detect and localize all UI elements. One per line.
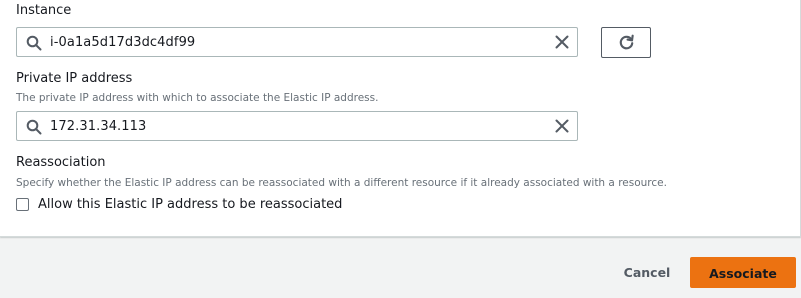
- instance-value[interactable]: i-0a1a5d17d3dc4df99: [50, 35, 195, 50]
- cancel-button[interactable]: Cancel: [612, 257, 682, 287]
- private-ip-value[interactable]: 172.31.34.113: [50, 119, 146, 134]
- search-icon: [26, 35, 42, 51]
- search-icon: [26, 119, 42, 135]
- reassociation-description: Specify whether the Elastic IP address c…: [16, 177, 667, 189]
- instance-field[interactable]: i-0a1a5d17d3dc4df99: [16, 27, 578, 57]
- private-ip-field[interactable]: 172.31.34.113: [16, 111, 578, 141]
- refresh-icon: [619, 34, 634, 50]
- instance-label: Instance: [16, 3, 72, 18]
- form-panel: Instance i-0a1a5d17d3dc4df99 Private IP …: [0, 0, 801, 237]
- close-icon[interactable]: [554, 34, 570, 50]
- reassociation-label: Reassociation: [16, 155, 106, 170]
- reassociation-checkbox[interactable]: [16, 198, 29, 211]
- refresh-button[interactable]: [601, 27, 651, 58]
- private-ip-label: Private IP address: [16, 71, 133, 86]
- reassociation-checkbox-label[interactable]: Allow this Elastic IP address to be reas…: [38, 197, 342, 212]
- close-icon[interactable]: [554, 118, 570, 134]
- associate-button[interactable]: Associate: [690, 257, 796, 288]
- private-ip-description: The private IP address with which to ass…: [16, 92, 379, 104]
